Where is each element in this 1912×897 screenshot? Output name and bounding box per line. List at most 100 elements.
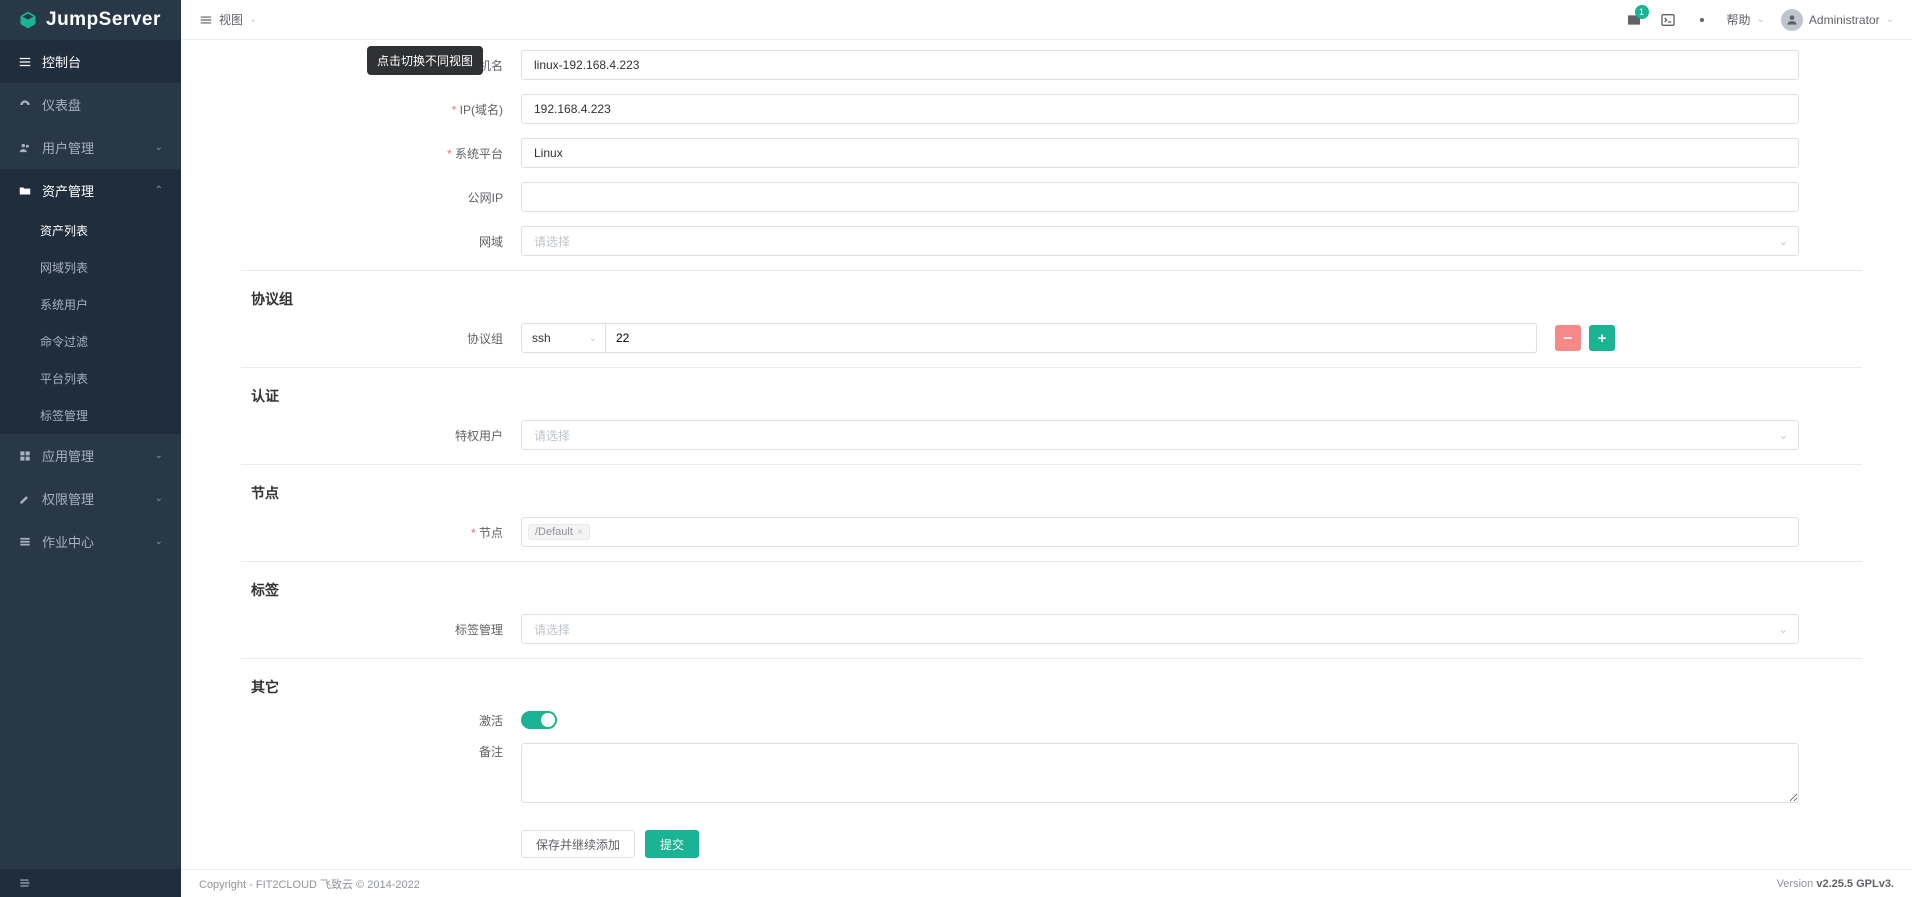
ip-input[interactable] — [521, 94, 1799, 124]
brand-text: JumpServer — [46, 9, 161, 31]
node-tag: /Default × — [528, 524, 590, 540]
submit-button[interactable]: 提交 — [645, 830, 699, 858]
chevron-down-icon: ⌄ — [1779, 235, 1788, 248]
sidebar-item-label: 用户管理 — [42, 138, 94, 157]
sidebar-item-job-center[interactable]: 作业中心 ⌄ — [0, 520, 181, 563]
active-toggle[interactable] — [521, 711, 557, 729]
protocol-label: 协议组 — [241, 330, 521, 347]
topbar: 视图 ⌄ 1 帮助 ⌄ — [181, 0, 1912, 40]
sidebar-item-dashboard[interactable]: 仪表盘 — [0, 83, 181, 126]
view-tooltip: 点击切换不同视图 — [367, 46, 483, 75]
chevron-down-icon: ⌄ — [155, 536, 163, 547]
admin-user-select[interactable]: 请选择 ⌄ — [521, 420, 1799, 450]
users-icon — [18, 141, 32, 155]
sidebar-item-label: 权限管理 — [42, 489, 94, 508]
main: 视图 ⌄ 1 帮助 ⌄ — [181, 0, 1912, 897]
chevron-up-icon: ⌃ — [155, 185, 163, 196]
protocol-remove-button[interactable]: − — [1555, 325, 1581, 351]
chevron-down-icon: ⌄ — [155, 142, 163, 153]
help-label: 帮助 — [1727, 11, 1751, 28]
node-section-title: 节点 — [251, 483, 1862, 503]
sidebar-collapse[interactable] — [0, 869, 181, 897]
view-label: 视图 — [219, 11, 243, 28]
admin-user-label: 特权用户 — [241, 427, 521, 444]
folder-icon — [18, 184, 32, 198]
admin-user-placeholder: 请选择 — [534, 427, 570, 444]
chevron-down-icon: ⌄ — [249, 14, 257, 25]
view-toggle[interactable]: 视图 ⌄ — [199, 11, 257, 28]
protocol-name-select[interactable]: ssh ⌄ — [521, 323, 606, 353]
platform-label: 系统平台 — [241, 145, 521, 162]
mail-icon[interactable]: 1 — [1625, 11, 1643, 29]
form-content: 主机名 IP(域名) 系统平台 Linux 公网IP — [181, 40, 1912, 869]
sidebar-item-asset-mgmt[interactable]: 资产管理 ⌃ — [0, 169, 181, 212]
domain-placeholder: 请选择 — [534, 233, 570, 250]
submenu-item-domain-list[interactable]: 网域列表 — [0, 249, 181, 286]
labels-placeholder: 请选择 — [534, 621, 570, 638]
other-section-title: 其它 — [251, 677, 1862, 697]
submenu-item-asset-list[interactable]: 资产列表 — [0, 212, 181, 249]
protocol-name-value: ssh — [532, 331, 551, 345]
mail-badge: 1 — [1635, 5, 1649, 19]
ip-label: IP(域名) — [241, 101, 521, 118]
labels-select[interactable]: 请选择 ⌄ — [521, 614, 1799, 644]
tasks-icon — [18, 535, 32, 549]
public-ip-input[interactable] — [521, 182, 1799, 212]
submenu-item-system-user[interactable]: 系统用户 — [0, 286, 181, 323]
node-select[interactable]: /Default × — [521, 517, 1799, 547]
active-label: 激活 — [241, 712, 521, 729]
comment-label: 备注 — [241, 743, 521, 760]
platform-select[interactable]: Linux — [521, 138, 1799, 168]
menu-icon — [199, 13, 213, 27]
chevron-down-icon: ⌄ — [589, 333, 597, 344]
footer: Copyright - FIT2CLOUD 飞致云 © 2014-2022 Ve… — [181, 869, 1912, 897]
domain-select[interactable]: 请选择 ⌄ — [521, 226, 1799, 256]
chevron-down-icon: ⌄ — [1757, 14, 1765, 25]
sidebar-header[interactable]: 控制台 — [0, 40, 181, 83]
sidebar-item-app-mgmt[interactable]: 应用管理 ⌄ — [0, 434, 181, 477]
chevron-down-icon: ⌄ — [1886, 14, 1894, 25]
copyright-text: Copyright - FIT2CLOUD 飞致云 © 2014-2022 — [199, 876, 420, 892]
submenu-item-label-mgmt[interactable]: 标签管理 — [0, 397, 181, 434]
version-text: Version v2.25.5 GPLv3. — [1777, 878, 1894, 890]
sidebar: JumpServer 控制台 仪表盘 用户管理 ⌄ 资产管理 ⌃ 资产列表 — [0, 0, 181, 897]
help-link[interactable]: 帮助 ⌄ — [1727, 11, 1765, 28]
chevron-down-icon: ⌄ — [155, 493, 163, 504]
submenu-item-platform-list[interactable]: 平台列表 — [0, 360, 181, 397]
sidebar-item-label: 作业中心 — [42, 532, 94, 551]
sidebar-item-label: 仪表盘 — [42, 95, 81, 114]
save-continue-button[interactable]: 保存并继续添加 — [521, 830, 635, 858]
submenu-item-cmd-filter[interactable]: 命令过滤 — [0, 323, 181, 360]
auth-section-title: 认证 — [251, 386, 1862, 406]
terminal-icon[interactable] — [1659, 11, 1677, 29]
logo: JumpServer — [0, 0, 181, 40]
protocol-add-button[interactable]: + — [1589, 325, 1615, 351]
sidebar-menu: 仪表盘 用户管理 ⌄ 资产管理 ⌃ 资产列表 网域列表 系统用户 命令过滤 平台… — [0, 83, 181, 869]
user-name: Administrator — [1809, 13, 1880, 27]
settings-icon[interactable] — [1693, 11, 1711, 29]
console-icon — [18, 55, 32, 69]
edit-icon — [18, 492, 32, 506]
protocol-section-title: 协议组 — [251, 289, 1862, 309]
grid-icon — [18, 449, 32, 463]
logo-icon — [18, 10, 38, 30]
sidebar-item-user-mgmt[interactable]: 用户管理 ⌄ — [0, 126, 181, 169]
hostname-input[interactable] — [521, 50, 1799, 80]
collapse-icon — [18, 876, 32, 890]
domain-label: 网域 — [241, 233, 521, 250]
sidebar-item-perm-mgmt[interactable]: 权限管理 ⌄ — [0, 477, 181, 520]
comment-textarea[interactable] — [521, 743, 1799, 803]
node-tag-label: /Default — [535, 526, 573, 538]
labels-label: 标签管理 — [241, 621, 521, 638]
chevron-down-icon: ⌄ — [1779, 429, 1788, 442]
close-icon[interactable]: × — [577, 527, 583, 538]
sidebar-item-label: 资产管理 — [42, 181, 94, 200]
public-ip-label: 公网IP — [241, 189, 521, 206]
chevron-down-icon: ⌄ — [1779, 623, 1788, 636]
node-label: 节点 — [241, 524, 521, 541]
label-section-title: 标签 — [251, 580, 1862, 600]
dashboard-icon — [18, 98, 32, 112]
sidebar-item-label: 应用管理 — [42, 446, 94, 465]
protocol-port-input[interactable] — [606, 323, 1537, 353]
user-menu[interactable]: Administrator ⌄ — [1781, 9, 1894, 31]
